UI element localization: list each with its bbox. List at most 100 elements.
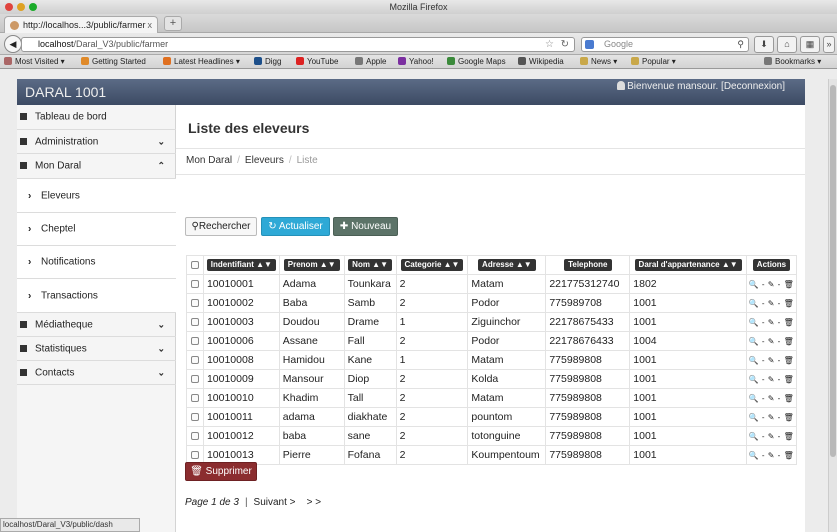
row-checkbox[interactable] [190,356,199,364]
row-action-icons[interactable]: 🔍 - ✎ - 🗑 [749,299,795,308]
breadcrumb-liste: Liste [296,155,318,166]
row-action-icons[interactable]: 🔍 - ✎ - 🗑 [749,451,795,460]
table-cell: 2 [395,445,469,465]
google-engine-icon[interactable] [585,40,594,49]
table-cell: 10010010 [202,388,280,408]
addons-button[interactable]: ▦ [800,36,820,53]
search-input[interactable]: Google ⚲ [581,37,749,52]
last-page-link[interactable]: > > [307,497,321,508]
breadcrumb-eleveurs[interactable]: Eleveurs [245,155,284,166]
sidebar-item-statistiques[interactable]: Statistiques ⌄ [17,337,176,361]
bookmark-9[interactable]: News ▾ [580,55,617,68]
row-checkbox[interactable] [190,299,199,307]
menu-overflow-button[interactable]: » [823,36,835,53]
table-cell: totonguine [467,426,547,446]
search-button[interactable]: ⚲Rechercher [185,217,257,236]
bookmark-label: Latest Headlines ▾ [174,57,240,66]
favicon-icon [10,21,19,30]
sidebar-item-cheptel[interactable]: › Cheptel [17,213,176,246]
chevron-right-icon: › [28,256,32,268]
row-checkbox[interactable] [190,318,199,326]
column-header-4[interactable]: Adresse ▲▼ [467,255,547,275]
bookmark-label: Most Visited ▾ [15,57,65,66]
tab-close-icon[interactable]: x [148,17,153,33]
delete-button[interactable]: 🗑 Supprimer [185,462,257,481]
close-window-icon[interactable] [5,3,13,11]
row-checkbox[interactable] [190,375,199,383]
row-checkbox[interactable] [190,432,199,440]
row-action-icons[interactable]: 🔍 - ✎ - 🗑 [749,394,795,403]
bookmark-1[interactable]: Getting Started [81,55,146,68]
bookmark-11[interactable]: Bookmarks ▾ [764,55,821,68]
column-header-2[interactable]: Nom ▲▼ [343,255,397,275]
welcome-text[interactable]: Bienvenue mansour. [Deconnexion] [627,81,785,92]
column-header-5[interactable]: Telephone [545,255,631,275]
table-cell: 1001 [629,312,747,332]
row-checkbox[interactable] [190,337,199,345]
welcome-link[interactable]: Bienvenue mansour. [Deconnexion] [617,81,785,92]
row-checkbox[interactable] [190,394,199,402]
new-button[interactable]: ✚ Nouveau [333,217,398,236]
row-checkbox[interactable] [190,280,199,288]
row-checkbox[interactable] [190,451,199,459]
row-action-icons[interactable]: 🔍 - ✎ - 🗑 [749,413,795,422]
search-icon[interactable]: ⚲ [737,38,744,51]
breadcrumb-mon-daral[interactable]: Mon Daral [186,155,232,166]
app-brand[interactable]: DARAL 1001 [25,79,106,105]
sidebar-item-contacts[interactable]: Contacts ⌄ [17,361,176,385]
refresh-button[interactable]: ↻ Actualiser [261,217,330,236]
bookmark-2[interactable]: Latest Headlines ▾ [163,55,240,68]
bookmark-0[interactable]: Most Visited ▾ [4,55,65,68]
bookmark-star-icon[interactable]: ☆ [545,38,554,51]
bookmark-8[interactable]: Wikipedia [518,55,564,68]
row-action-icons[interactable]: 🔍 - ✎ - 🗑 [749,375,795,384]
row-action-icons[interactable]: 🔍 - ✎ - 🗑 [749,318,795,327]
chevron-down-icon[interactable]: ⌄ [157,367,165,378]
table-cell: Fofana [343,445,397,465]
chevron-up-icon[interactable]: ⌃ [157,161,165,172]
bookmark-label: Popular ▾ [642,57,676,66]
sidebar-item-eleveurs[interactable]: › Eleveurs [17,179,176,213]
column-header-6[interactable]: Daral d'appartenance ▲▼ [629,255,747,275]
bookmark-10[interactable]: Popular ▾ [631,55,676,68]
sidebar-item-tableaudebord[interactable]: Tableau de bord [17,105,176,130]
column-header-1[interactable]: Prenom ▲▼ [278,255,345,275]
bookmark-3[interactable]: Digg [254,55,281,68]
row-action-icons[interactable]: 🔍 - ✎ - 🗑 [749,356,795,365]
zoom-window-icon[interactable] [29,3,37,11]
minimize-window-icon[interactable] [17,3,25,11]
chevron-down-icon[interactable]: ⌄ [157,343,165,354]
home-button[interactable]: ⌂ [777,36,797,53]
bookmark-5[interactable]: Apple [355,55,386,68]
tab-farmer[interactable]: http://localhos...3/public/farmer x [4,16,158,33]
chevron-down-icon[interactable]: ⌄ [157,319,165,330]
url-bar[interactable]: localhost/Daral_V3/public/farmer ☆ ↻ [21,37,575,52]
downloads-button[interactable]: ⬇ [754,36,774,53]
table-row: 10010001 Adama Tounkara 2 Matam 221775312740 1… [186,274,798,294]
bookmark-6[interactable]: Yahoo! [398,55,434,68]
sidebar-item-médiatheque[interactable]: Médiatheque ⌄ [17,313,176,337]
select-all-checkbox[interactable] [190,260,199,269]
row-checkbox[interactable] [190,413,199,421]
page-scrollbar[interactable] [828,79,837,532]
column-header-3[interactable]: Categorie ▲▼ [395,255,469,275]
scrollbar-thumb[interactable] [830,85,836,457]
row-action-icons[interactable]: 🔍 - ✎ - 🗑 [749,337,795,346]
sidebar-item-mondaral[interactable]: Mon Daral ⌃ [17,154,176,179]
sidebar-item-administration[interactable]: Administration ⌄ [17,130,176,154]
row-action-icons[interactable]: 🔍 - ✎ - 🗑 [749,432,795,441]
new-tab-button[interactable]: + [164,16,182,31]
back-button[interactable]: ◀ [4,35,22,53]
bookmark-7[interactable]: Google Maps [447,55,506,68]
sidebar-item-notifications[interactable]: › Notifications [17,246,176,279]
bookmark-4[interactable]: YouTube [296,55,338,68]
column-header-7[interactable]: Actions [745,255,798,275]
column-header-0[interactable]: Indentifiant ▲▼ [202,255,280,275]
book-icon [20,368,27,376]
chevron-down-icon[interactable]: ⌄ [157,136,165,147]
reload-icon[interactable]: ↻ [561,38,569,51]
sidebar-item-transactions[interactable]: › Transactions [17,279,176,313]
next-page-link[interactable]: Suivant > [254,497,296,508]
row-action-icons[interactable]: 🔍 - ✎ - 🗑 [749,280,795,289]
search-button-label: Rechercher [198,221,251,232]
